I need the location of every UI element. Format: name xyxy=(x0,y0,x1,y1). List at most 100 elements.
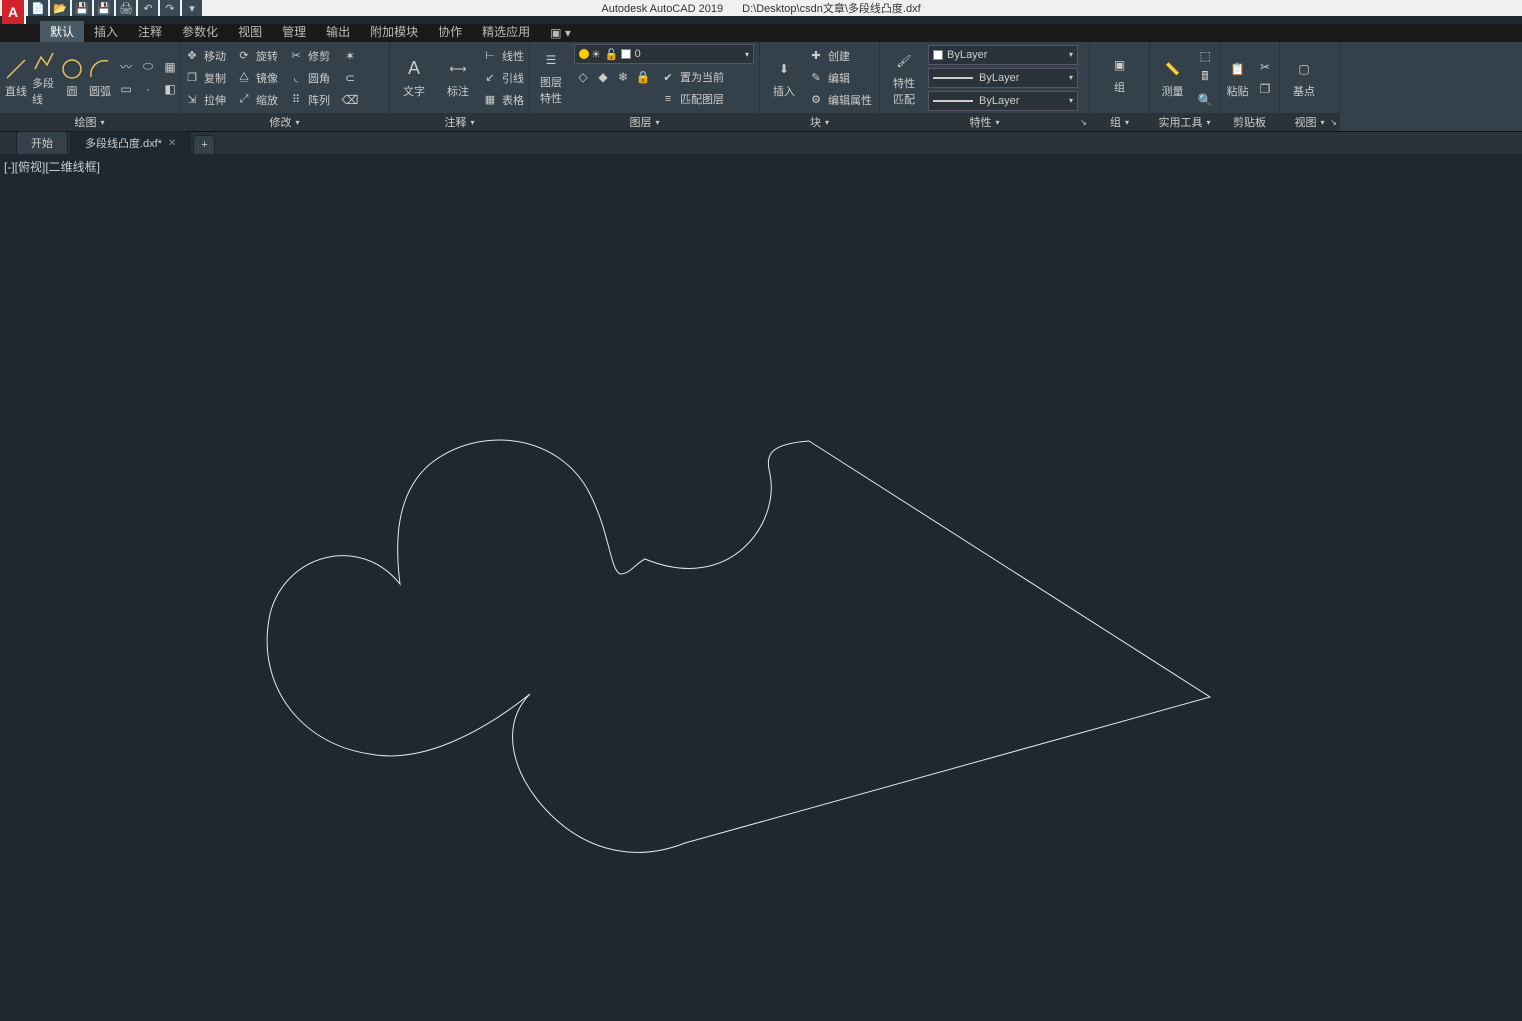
fillet-button[interactable]: ◟圆角 xyxy=(288,68,330,88)
edit-attr-button[interactable]: ⚙编辑属性 xyxy=(808,90,872,110)
linear-button[interactable]: ⊢线性 xyxy=(482,46,524,66)
match-layer-button[interactable]: ≡匹配图层 xyxy=(660,89,724,109)
dimension-button[interactable]: ⟷标注 xyxy=(438,48,478,108)
file-tab-add[interactable]: + xyxy=(193,135,215,154)
cut-icon[interactable]: ✂ xyxy=(1255,57,1275,77)
file-tab-current[interactable]: 多段线凸度.dxf*✕ xyxy=(70,131,191,154)
array-button[interactable]: ⠿阵列 xyxy=(288,90,330,110)
leader-icon: ↙ xyxy=(482,70,498,86)
panel-view-title[interactable]: 视图▾↘ xyxy=(1280,113,1339,131)
close-icon[interactable]: ✕ xyxy=(168,138,176,149)
qat-open-icon[interactable]: 📂 xyxy=(50,0,70,16)
leader-button[interactable]: ↙引线 xyxy=(482,68,524,88)
rect-icon[interactable]: ▭ xyxy=(116,79,136,99)
drawing-area[interactable]: [-][俯视][二维线框] CSDN @老丹丘 xyxy=(0,154,1522,1021)
set-current-button[interactable]: ✔置为当前 xyxy=(660,67,724,87)
arc-button[interactable]: 圆弧 xyxy=(88,48,112,108)
tab-manage[interactable]: 管理 xyxy=(272,21,316,42)
line-button[interactable]: 直线 xyxy=(4,48,28,108)
panel-group-title[interactable]: 组▾ xyxy=(1090,113,1149,131)
polyline-button[interactable]: 多段线 xyxy=(32,48,56,108)
qat-print-icon[interactable]: 🖨 xyxy=(116,0,136,16)
panel-draw-title[interactable]: 绘图▾ xyxy=(0,113,179,131)
match-props-icon: 🖌 xyxy=(892,49,916,73)
match-props-button[interactable]: 🖌特性 匹配 xyxy=(884,48,924,108)
tab-insert[interactable]: 插入 xyxy=(84,21,128,42)
layer-lock-icon[interactable]: 🔒 xyxy=(634,67,652,87)
panel-block-title[interactable]: 块▾ xyxy=(760,113,879,131)
layer-freeze-icon[interactable]: ❄ xyxy=(614,67,632,87)
qat-undo-icon[interactable]: ↶ xyxy=(138,0,158,16)
tab-annotate[interactable]: 注释 xyxy=(128,21,172,42)
calc-icon[interactable]: 🖩 xyxy=(1195,68,1215,88)
expand-icon[interactable]: ↘ xyxy=(1330,118,1337,127)
layer-props-button[interactable]: ☰图层 特性 xyxy=(534,47,568,107)
panel-clipboard-title[interactable]: 剪贴板 xyxy=(1220,113,1279,131)
copy-button[interactable]: ❐复制 xyxy=(184,68,226,88)
edit-icon: ✎ xyxy=(808,70,824,86)
spline-icon[interactable]: 〰 xyxy=(116,57,136,77)
move-button[interactable]: ✥移动 xyxy=(184,46,226,66)
offset-icon[interactable]: ⊂ xyxy=(340,68,360,88)
lineweight-dropdown[interactable]: ByLayer▾ xyxy=(928,68,1078,88)
erase-icon[interactable]: ⌫ xyxy=(340,90,360,110)
chevron-down-icon: ▾ xyxy=(745,50,749,59)
circle-button[interactable]: 圆 xyxy=(60,48,84,108)
point-icon[interactable]: · xyxy=(138,79,158,99)
layer-off-icon[interactable]: ◆ xyxy=(594,67,612,87)
edit-block-button[interactable]: ✎编辑 xyxy=(808,68,872,88)
panel-modify-title[interactable]: 修改▾ xyxy=(180,113,389,131)
panel-annotate-title[interactable]: 注释▾ xyxy=(390,113,529,131)
qat-saveas-icon[interactable]: 💾 xyxy=(94,0,114,16)
base-button[interactable]: ▢基点 xyxy=(1284,48,1324,108)
panel-utils-title[interactable]: 实用工具▾ xyxy=(1150,113,1219,131)
qat-redo-icon[interactable]: ↷ xyxy=(160,0,180,16)
tab-parametric[interactable]: 参数化 xyxy=(172,21,228,42)
file-tabs: 开始 多段线凸度.dxf*✕ + xyxy=(0,132,1522,154)
text-button[interactable]: A文字 xyxy=(394,48,434,108)
tab-addins[interactable]: 附加模块 xyxy=(360,21,428,42)
qat-save-icon[interactable]: 💾 xyxy=(72,0,92,16)
file-tab-start[interactable]: 开始 xyxy=(16,131,68,154)
tab-output[interactable]: 输出 xyxy=(316,21,360,42)
file-path: D:\Desktop\csdn文章\多段线凸度.dxf xyxy=(742,3,921,15)
table-button[interactable]: ▦表格 xyxy=(482,90,524,110)
tab-collab[interactable]: 协作 xyxy=(428,21,472,42)
linetype-dropdown[interactable]: ByLayer▾ xyxy=(928,91,1078,111)
base-icon: ▢ xyxy=(1292,57,1316,81)
copy-clip-icon[interactable]: ❐ xyxy=(1255,79,1275,99)
region-icon[interactable]: ◧ xyxy=(160,79,180,99)
color-dropdown[interactable]: ByLayer▾ xyxy=(928,45,1078,65)
panel-draw: 直线 多段线 圆 圆弧 〰 ⬭ ▦ ▭ · ◧ 绘图▾ xyxy=(0,42,180,131)
select-icon[interactable]: ⬚ xyxy=(1195,46,1215,66)
trim-button[interactable]: ✂修剪 xyxy=(288,46,330,66)
utils-extra: ⬚ 🖩 🔍 xyxy=(1195,46,1215,110)
app-logo[interactable]: A xyxy=(2,0,26,24)
expand-icon[interactable]: ↘ xyxy=(1080,118,1087,127)
lightbulb-icon xyxy=(579,49,589,59)
qat-dropdown-icon[interactable]: ▾ xyxy=(182,0,202,16)
panel-props-title[interactable]: 特性▾↘ xyxy=(880,113,1089,131)
rotate-button[interactable]: ⟳旋转 xyxy=(236,46,278,66)
measure-button[interactable]: 📏测量 xyxy=(1154,48,1191,108)
tab-featured[interactable]: 精选应用 xyxy=(472,21,540,42)
stretch-button[interactable]: ⇲拉伸 xyxy=(184,90,226,110)
qat-new-icon[interactable]: 📄 xyxy=(28,0,48,16)
explode-icon[interactable]: ✶ xyxy=(340,46,360,66)
tab-extra-icon[interactable]: ▣ ▾ xyxy=(540,24,581,42)
insert-button[interactable]: ⬇插入 xyxy=(764,48,804,108)
quickselect-icon[interactable]: 🔍 xyxy=(1195,90,1215,110)
mirror-button[interactable]: ⧋镜像 xyxy=(236,68,278,88)
tab-default[interactable]: 默认 xyxy=(40,21,84,42)
paste-button[interactable]: 📋粘贴 xyxy=(1224,48,1251,108)
tab-view[interactable]: 视图 xyxy=(228,21,272,42)
hatch-icon[interactable]: ▦ xyxy=(160,57,180,77)
chevron-down-icon: ▾ xyxy=(1069,50,1073,59)
group-button[interactable]: ▣组 xyxy=(1100,44,1140,104)
create-block-button[interactable]: ✚创建 xyxy=(808,46,872,66)
scale-button[interactable]: ⤢缩放 xyxy=(236,90,278,110)
panel-layers-title[interactable]: 图层▾ xyxy=(530,113,759,131)
layer-iso-icon[interactable]: ◇ xyxy=(574,67,592,87)
layer-dropdown[interactable]: ☀ 🔓 0 ▾ xyxy=(574,44,754,64)
ellipse-icon[interactable]: ⬭ xyxy=(138,57,158,77)
